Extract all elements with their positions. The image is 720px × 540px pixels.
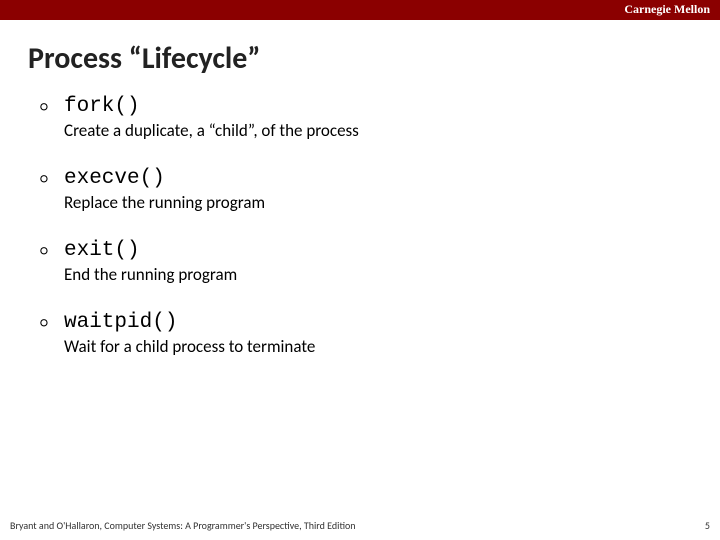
function-name: exit(): [64, 239, 140, 262]
function-name: fork(): [64, 95, 140, 118]
list-item: ○ fork() Create a duplicate, a “child”, …: [40, 95, 720, 141]
function-desc: Replace the running program: [64, 192, 720, 213]
footer-credit: Bryant and O'Hallaron, Computer Systems:…: [10, 519, 356, 532]
list-item: ○ exit() End the running program: [40, 239, 720, 285]
footer: Bryant and O'Hallaron, Computer Systems:…: [10, 519, 710, 532]
function-desc: End the running program: [64, 264, 720, 285]
function-name: execve(): [64, 167, 165, 190]
function-desc: Create a duplicate, a “child”, of the pr…: [64, 120, 720, 141]
bullet-icon: ○: [40, 240, 64, 262]
function-desc: Wait for a child process to terminate: [64, 336, 720, 357]
slide-title: Process “Lifecycle”: [28, 40, 720, 77]
page-number: 5: [705, 519, 710, 532]
bullet-icon: ○: [40, 168, 64, 190]
list-item: ○ waitpid() Wait for a child process to …: [40, 311, 720, 357]
top-bar: Carnegie Mellon: [0, 0, 720, 20]
brand: Carnegie Mellon: [624, 2, 710, 17]
item-list: ○ fork() Create a duplicate, a “child”, …: [40, 95, 720, 357]
bullet-icon: ○: [40, 312, 64, 334]
function-name: waitpid(): [64, 311, 177, 334]
bullet-icon: ○: [40, 96, 64, 118]
list-item: ○ execve() Replace the running program: [40, 167, 720, 213]
